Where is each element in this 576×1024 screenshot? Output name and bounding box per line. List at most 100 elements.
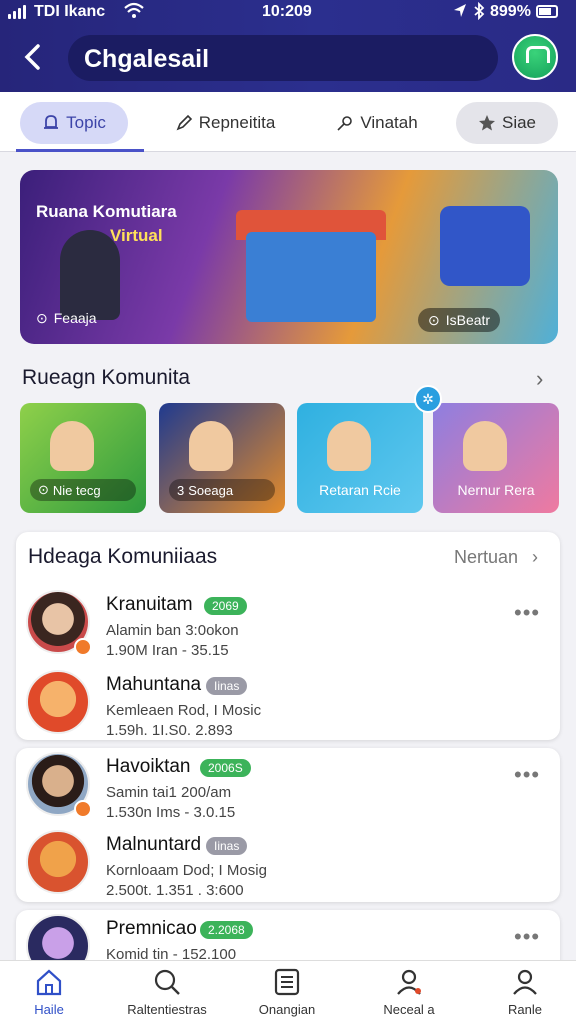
nav-label: Onangian	[258, 1002, 316, 1017]
banner-right-chip[interactable]: ⊙ IsBeatr	[418, 308, 501, 332]
clock: 10:209	[262, 3, 312, 20]
more-options-icon[interactable]: •••	[514, 924, 540, 950]
community-card[interactable]: Retaran Rcie	[297, 403, 423, 513]
play-icon: ⊙	[38, 482, 49, 497]
banner-left-label: Feaaja	[53, 310, 97, 326]
community-card[interactable]: ⊙ Nie tecg	[20, 403, 146, 513]
avatar	[26, 830, 90, 894]
nav-list[interactable]: Onangian	[232, 967, 342, 1024]
carrier-label: TDI Ikanc	[34, 3, 106, 20]
bluetooth-icon	[472, 1, 486, 25]
community-card[interactable]: 3 Soeaga	[159, 403, 285, 513]
item-name: Kranuitam	[106, 594, 193, 615]
item-line2: 1.59h. 1I.S0. 2.893	[106, 722, 233, 739]
community-card[interactable]: Nernur Rera	[433, 403, 559, 513]
wifi-icon	[124, 2, 144, 25]
item-name: Malnuntard	[106, 834, 202, 855]
list-item[interactable]: Havoiktan 2006S Samin tai1 200/am 1.530n…	[26, 752, 546, 826]
section-title-community: Rueagn Komunita	[22, 366, 191, 389]
nav-label: Haile	[34, 1002, 64, 1017]
nav-notifications[interactable]: Neceal a	[354, 967, 464, 1024]
location-icon	[452, 2, 468, 25]
chevron-right-icon[interactable]: ›	[536, 366, 543, 392]
chevron-right-icon: ›	[532, 547, 539, 567]
item-line2: 1.90M Iran - 35.15	[106, 642, 229, 659]
profile-icon	[513, 969, 537, 995]
banner-illustration-speaker	[440, 206, 530, 286]
nav-label: Ranle	[508, 1002, 542, 1017]
banner-illustration-house	[246, 232, 376, 322]
item-name: Havoiktan	[106, 756, 191, 777]
list-item[interactable]: Kranuitam 2069 Alamin ban 3:0okon 1.90M …	[26, 590, 546, 664]
location-pin-icon: ⊙	[428, 311, 440, 328]
more-options-icon[interactable]: •••	[514, 600, 540, 626]
more-options-icon[interactable]: •••	[514, 762, 540, 788]
status-badge: Iinas	[206, 837, 248, 855]
banner-right-label: IsBeatr	[445, 312, 491, 328]
chevron-left-icon	[24, 44, 40, 70]
tab-label: Siae	[501, 113, 537, 132]
item-line1: Kemleaen Rod, I Mosic	[106, 702, 262, 719]
tab-label: Vinatah	[360, 113, 418, 132]
status-badge: 2.2068	[200, 921, 253, 939]
featured-banner[interactable]: Ruana Komutiara Virtual ⊙ Feaaja ⊙ IsBea…	[20, 170, 558, 344]
bell-icon	[44, 115, 59, 129]
item-name: Mahuntana	[106, 674, 202, 695]
item-line1: Kornloaam Dod; I Mosig	[106, 862, 267, 879]
card-label: Retaran Rcie	[319, 482, 401, 498]
status-dot-icon	[74, 638, 92, 656]
list-item[interactable]: Malnuntard Iinas Kornloaam Dod; I Mosig …	[26, 830, 546, 904]
card-person-image	[50, 421, 94, 471]
nav-label: Neceal a	[383, 1002, 435, 1017]
signal-icon	[8, 5, 26, 19]
tab-vinatah[interactable]: Vinatah	[318, 102, 436, 144]
card-person-image	[327, 421, 371, 471]
tab-bar: Topic Repneitita Vinatah Siae	[0, 92, 576, 152]
avatar	[26, 670, 90, 734]
title-search-bar[interactable]: Chgalesail	[68, 35, 498, 81]
star-icon	[478, 115, 495, 131]
share-icon[interactable]: ✲	[414, 385, 442, 413]
item-name: Premnicao	[106, 918, 197, 939]
tab-topic[interactable]: Topic	[20, 102, 128, 144]
profile-avatar[interactable]	[512, 34, 558, 80]
list-icon	[274, 968, 300, 996]
count-icon: 3	[177, 482, 185, 498]
banner-left-chip: ⊙ Feaaja	[36, 310, 97, 327]
user-icon	[397, 969, 421, 995]
home-icon	[36, 969, 62, 996]
see-more-link[interactable]: Nertuan ›	[454, 547, 538, 568]
header-title: Chgalesail	[84, 45, 210, 73]
play-icon: ⊙	[36, 310, 48, 326]
tab-repneitita[interactable]: Repneitita	[160, 102, 290, 144]
item-line1: Samin tai1 200/am	[106, 784, 232, 801]
battery-percent: 899%	[490, 3, 531, 20]
nav-search[interactable]: Raltentiestras	[112, 967, 222, 1024]
status-badge: Iinas	[206, 677, 248, 695]
status-dot-icon	[74, 800, 92, 818]
battery-icon	[536, 5, 558, 18]
see-more-label: Nertuan	[454, 547, 519, 567]
card-person-image	[189, 421, 233, 471]
card-label-chip: ⊙ Nie tecg	[30, 479, 136, 501]
nav-home[interactable]: Haile	[0, 967, 104, 1024]
item-line2: 1.530n Ims - 3.0.15	[106, 804, 236, 821]
status-bar: TDI Ikanc 10:209 899%	[0, 0, 576, 26]
nav-profile[interactable]: Ranle	[470, 967, 576, 1024]
item-line1: Alamin ban 3:0okon	[106, 622, 239, 639]
active-tab-indicator	[16, 149, 144, 152]
card-label: Nernur Rera	[457, 482, 535, 498]
search-icon	[154, 969, 180, 995]
bottom-navigation: Haile Raltentiestras Onangian Neceal a R…	[0, 960, 576, 1024]
app-header: TDI Ikanc 10:209 899% Chgalesail	[0, 0, 576, 92]
card-label: Soeaga	[188, 482, 234, 498]
pin-icon	[337, 116, 353, 131]
card-person-image	[463, 421, 507, 471]
status-badge: 2006S	[200, 759, 251, 777]
list-item[interactable]: Mahuntana Iinas Kemleaen Rod, I Mosic 1.…	[26, 670, 546, 744]
banner-title: Ruana Komutiara	[36, 202, 177, 221]
tab-siae[interactable]: Siae	[456, 102, 558, 144]
tab-label: Topic	[66, 113, 106, 132]
nav-label: Raltentiestras	[127, 1002, 207, 1017]
back-button[interactable]	[18, 40, 48, 74]
